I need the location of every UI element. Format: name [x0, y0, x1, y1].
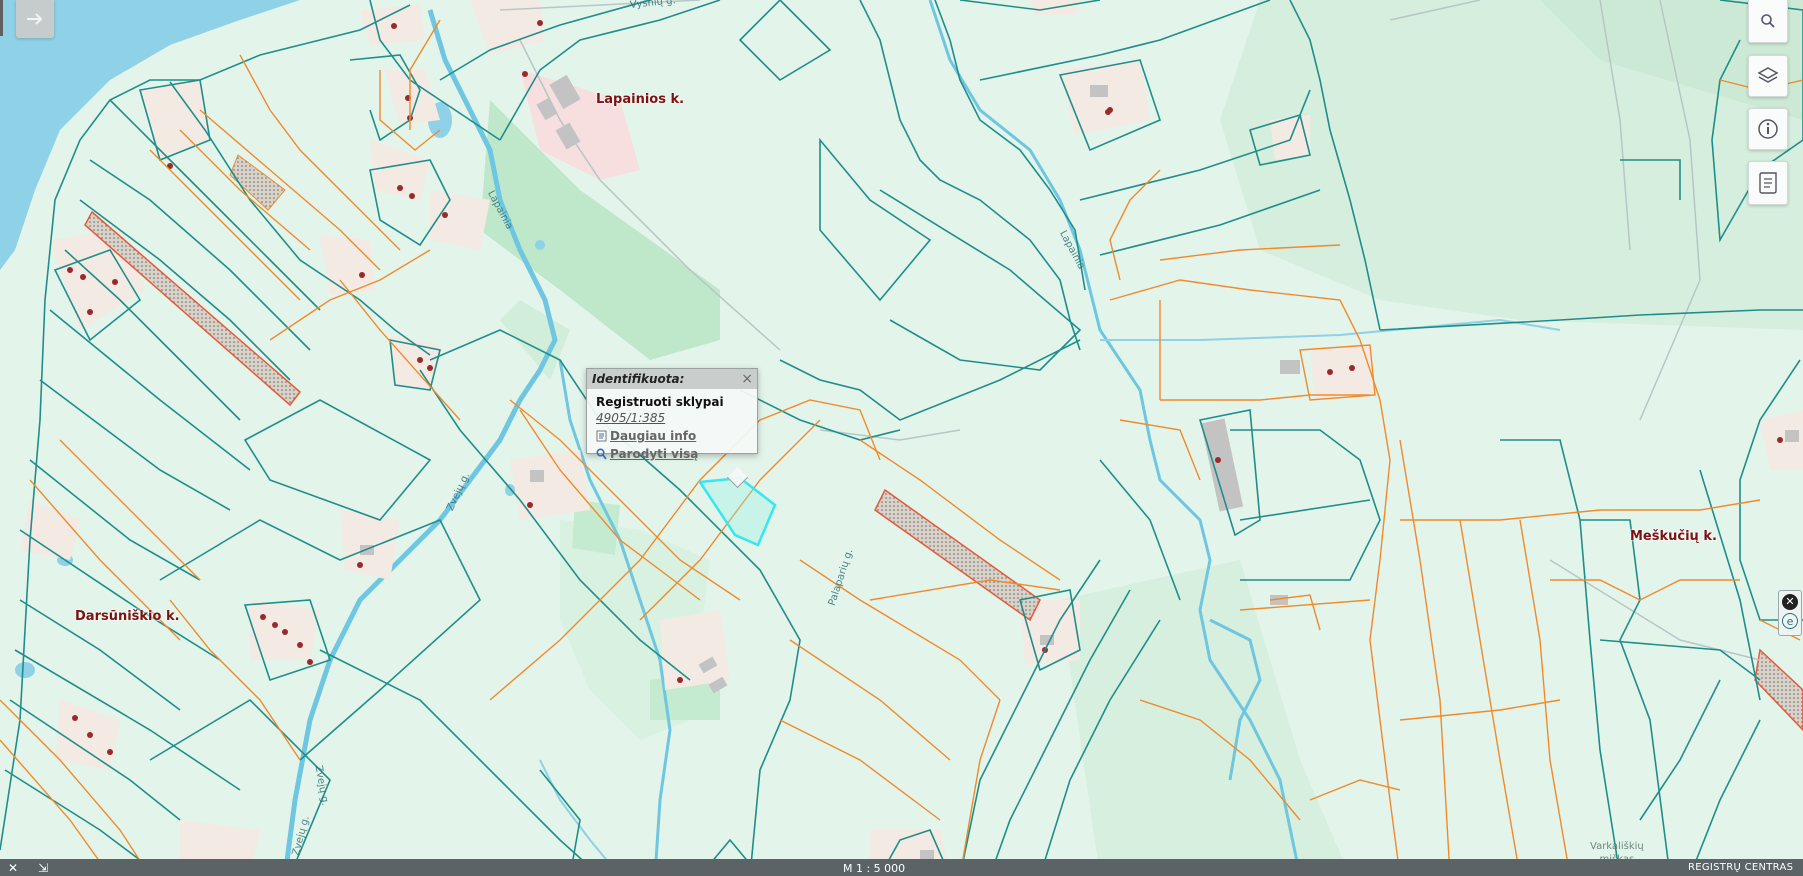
more-info-label: Daugiau info	[610, 429, 697, 443]
side-mini-panel: ✕ e	[1778, 590, 1802, 636]
e-mini-button[interactable]: e	[1782, 613, 1798, 629]
map-scale: M 1 : 5 000	[843, 862, 906, 875]
info-icon	[1758, 119, 1778, 139]
magnifier-icon	[596, 448, 607, 460]
left-edge-handle[interactable]	[0, 0, 3, 36]
pond	[535, 240, 545, 250]
popup-title: Identifikuota:	[587, 369, 757, 389]
popup-layer-name: Registruoti sklypai	[596, 395, 724, 409]
expand-icon[interactable]: ⇲	[38, 861, 48, 875]
provider-credit: REGISTRŲ CENTRAS	[1688, 862, 1794, 873]
toggle-panel-button[interactable]	[16, 0, 54, 38]
document-icon	[596, 430, 607, 442]
place-label-meskuciu: Meškučių k.	[1630, 529, 1717, 544]
map-viewer[interactable]: Lapainios k. Darsūniškio k. Meškučių k. …	[0, 0, 1803, 876]
layers-button[interactable]	[1748, 55, 1788, 97]
pond	[505, 484, 515, 496]
identify-popup: Identifikuota: × Registruoti sklypai 490…	[586, 368, 758, 461]
show-all-link[interactable]: Parodyti visą	[596, 447, 757, 461]
search-button[interactable]	[1748, 0, 1788, 43]
popup-close-button[interactable]: ×	[741, 370, 753, 388]
place-label-darsuniskio: Darsūniškio k.	[75, 609, 180, 624]
collapse-icon[interactable]: ✕	[8, 861, 18, 875]
more-info-link[interactable]: Daugiau info	[596, 429, 757, 443]
pond	[15, 662, 35, 678]
info-button[interactable]	[1748, 108, 1788, 150]
forest-label-line-1: Varkališkių	[1590, 841, 1644, 852]
place-label-lapainios: Lapainios k.	[596, 92, 685, 107]
legend-button[interactable]	[1748, 161, 1788, 205]
close-mini-button[interactable]: ✕	[1782, 594, 1798, 610]
search-icon	[1761, 14, 1775, 28]
map-canvas[interactable]	[0, 0, 1803, 876]
status-bar: ✕ ⇲ M 1 : 5 000 REGISTRŲ CENTRAS	[0, 859, 1803, 876]
parcel-id-link[interactable]: 4905/1:385	[596, 411, 757, 425]
layers-icon	[1757, 67, 1779, 83]
legend-icon	[1759, 172, 1777, 194]
show-all-label: Parodyti visą	[610, 447, 699, 461]
arrow-right-icon	[27, 13, 43, 25]
